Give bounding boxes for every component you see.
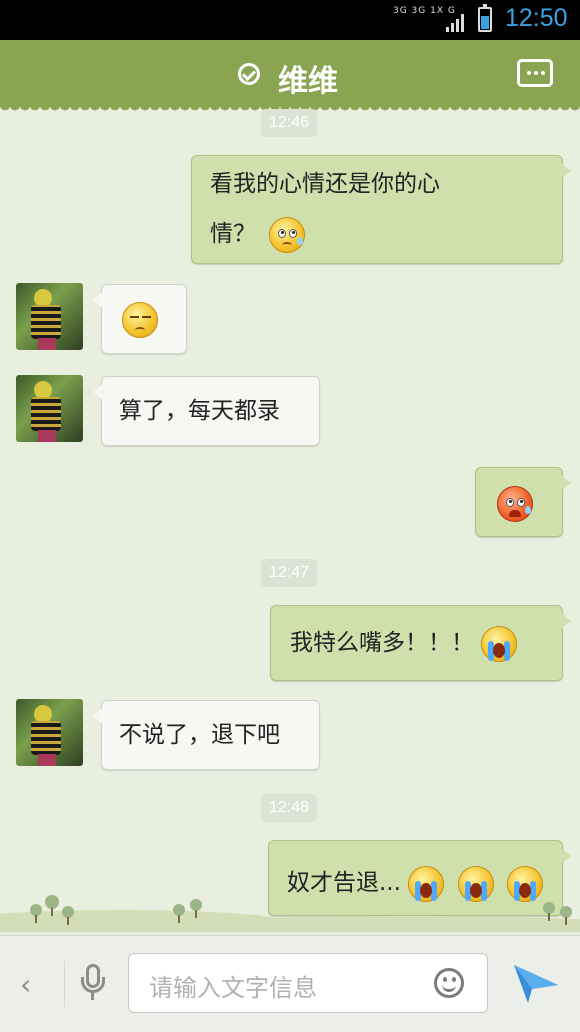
message-text: 算了，每天都录 (119, 398, 280, 424)
verified-check-icon (238, 63, 260, 85)
chevron-left-icon[interactable]: ‹ (20, 971, 31, 999)
timestamp: 12:48 (261, 794, 318, 822)
contact-name: 维维 (278, 64, 338, 99)
message-incoming[interactable]: 算了，每天都录 (93, 376, 320, 446)
message-outgoing[interactable] (475, 467, 571, 537)
landscape-decoration (0, 890, 580, 932)
emoji-picker-icon[interactable] (434, 968, 464, 998)
divider (64, 961, 65, 1007)
status-time: 12:50 (505, 4, 568, 32)
message-text: 我特么嘴多！！！ (290, 630, 474, 656)
crying-emoji-icon (481, 625, 518, 662)
shocked-emoji-icon (497, 485, 533, 522)
send-icon[interactable] (512, 961, 560, 1005)
message-input-placeholder: 请输入文字信息 (149, 974, 317, 1002)
squint-emoji-icon (122, 301, 158, 338)
avatar[interactable] (16, 283, 83, 350)
message-text: 看我的心情还是你的心 (210, 171, 440, 197)
avatar[interactable] (16, 375, 83, 442)
message-outgoing[interactable]: 我特么嘴多！！！ (270, 605, 571, 681)
timestamp: 12:46 (261, 109, 318, 137)
battery-icon (478, 4, 492, 32)
input-bar: ‹ 请输入文字信息 (0, 935, 580, 1032)
status-bar: 3G 3G 1X G 12:50 (0, 0, 580, 40)
message-incoming[interactable] (93, 284, 187, 354)
message-input[interactable]: 请输入文字信息 (128, 953, 488, 1013)
signal-icon (446, 12, 468, 32)
rolling-eyes-emoji-icon (269, 216, 306, 253)
message-incoming[interactable]: 不说了，退下吧 (93, 700, 320, 770)
message-text: 不说了，退下吧 (119, 722, 280, 748)
message-outgoing[interactable]: 看我的心情还是你的心 情？ (191, 155, 571, 264)
chat-header: 维维 (0, 40, 580, 112)
microphone-icon[interactable] (80, 964, 106, 1004)
timestamp: 12:47 (261, 559, 318, 587)
message-text: 情？ (210, 221, 256, 247)
more-options-icon[interactable] (517, 59, 553, 87)
avatar[interactable] (16, 699, 83, 766)
